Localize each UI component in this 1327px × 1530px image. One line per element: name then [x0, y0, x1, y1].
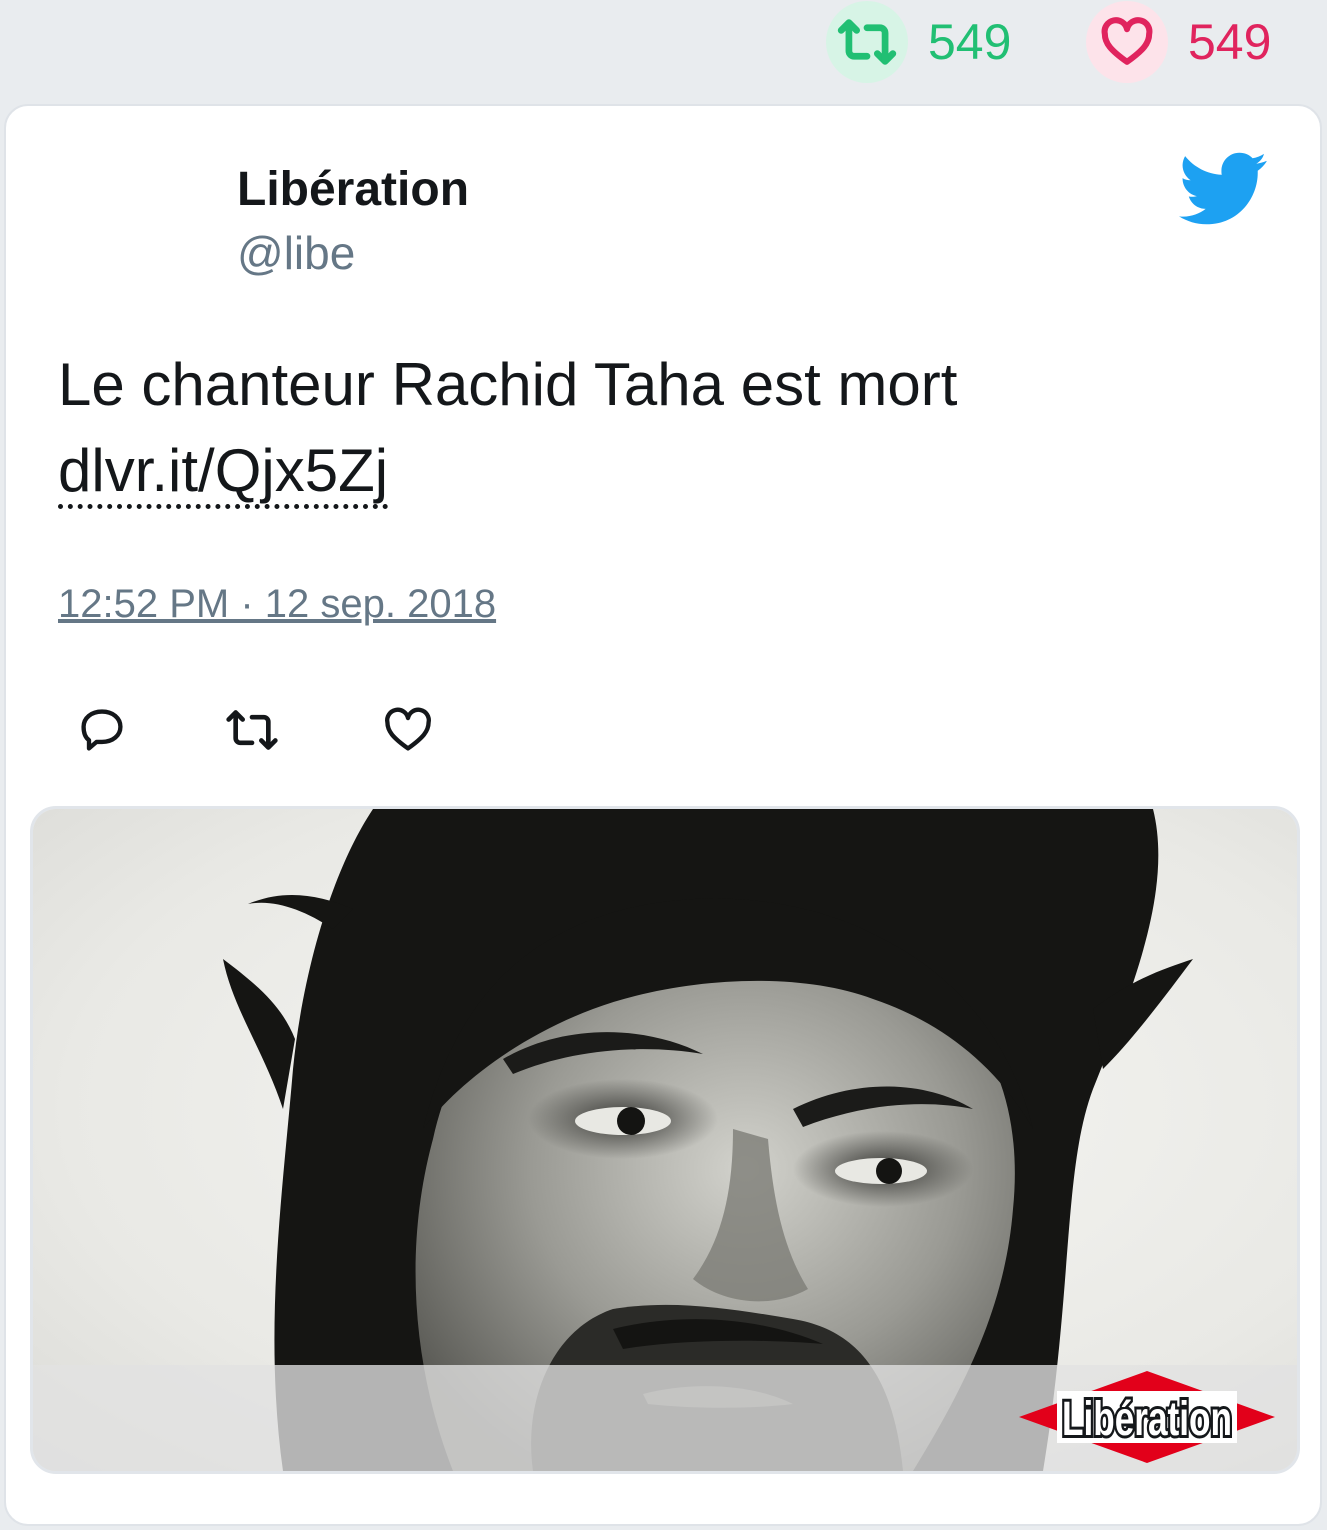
- twitter-bird-icon[interactable]: [1174, 144, 1274, 232]
- like-button[interactable]: [378, 700, 438, 760]
- retweet-icon: [837, 19, 897, 65]
- tweet-actions: [6, 700, 606, 760]
- liberation-logo-text: Libération: [1062, 1393, 1232, 1446]
- tweet-timestamp[interactable]: 12:52 PM · 12 sep. 2018: [58, 584, 496, 624]
- retweet-bubble[interactable]: [826, 1, 908, 83]
- tweet-body: Le chanteur Rachid Taha est mort: [58, 351, 958, 418]
- retweet-button[interactable]: [222, 700, 282, 760]
- author-name[interactable]: Libération: [237, 166, 469, 214]
- like-count: 549: [1188, 14, 1272, 70]
- liberation-logo: Libération: [1019, 1371, 1275, 1463]
- retweet-count-stat[interactable]: 549: [826, 0, 1011, 84]
- media-preview[interactable]: Libération: [30, 806, 1300, 1474]
- heart-icon: [385, 707, 431, 751]
- retweet-count: 549: [928, 14, 1012, 70]
- retweet-icon: [226, 710, 278, 750]
- reply-button[interactable]: [72, 700, 132, 760]
- tweet-text: Le chanteur Rachid Taha est mort dlvr.it…: [58, 342, 1258, 514]
- reply-icon: [81, 709, 123, 751]
- tweet-card[interactable]: Libération @libe Le chanteur Rachid Taha…: [4, 104, 1322, 1526]
- like-bubble[interactable]: [1086, 1, 1168, 83]
- like-count-stat[interactable]: 549: [1086, 0, 1271, 84]
- tweet-link[interactable]: dlvr.it/Qjx5Zj: [58, 437, 389, 509]
- author-handle[interactable]: @libe: [237, 230, 355, 276]
- heart-icon: [1101, 17, 1153, 65]
